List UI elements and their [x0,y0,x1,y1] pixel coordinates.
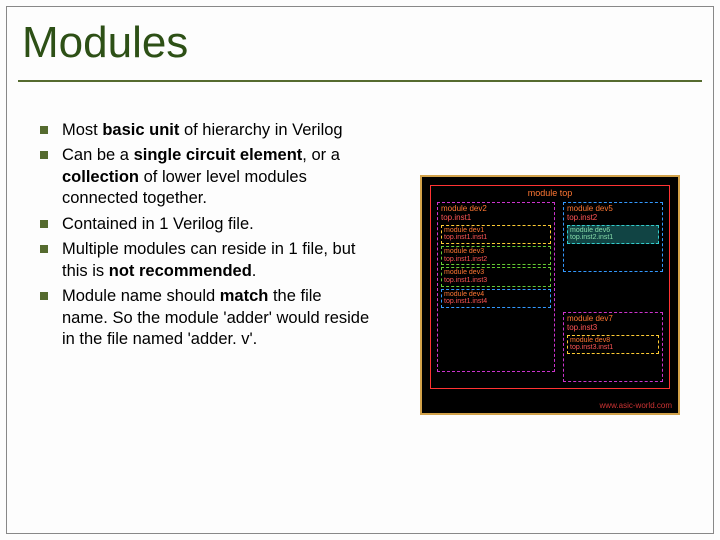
text: of hierarchy in Verilog [179,121,342,139]
module-box-dev6: module dev6 top.inst2.inst1 [567,225,659,244]
module-inst: top.inst2.inst1 [570,234,656,242]
module-box-dev3b: module dev3 top.inst1.inst3 [441,267,551,286]
module-inst: top.inst2 [567,214,659,223]
text: Module name should [62,287,220,305]
module-inst: top.inst1.inst1 [444,234,548,242]
list-item: Most basic unit of hierarchy in Verilog [40,120,370,141]
list-item: Module name should match the file name. … [40,286,370,350]
module-box-dev5: module dev5 top.inst2 module dev6 top.in… [563,202,663,272]
module-inst: top.inst3.inst1 [570,344,656,352]
module-box-dev7: module dev7 top.inst3 module dev8 top.in… [563,312,663,382]
module-name: module dev3 [444,248,548,256]
module-inst: top.inst1.inst3 [444,277,548,285]
bullet-content: Most basic unit of hierarchy in Verilog … [40,120,370,354]
diagram-label-top: module top [528,188,573,198]
module-name: module dev3 [444,269,548,277]
module-box-dev3a: module dev3 top.inst1.inst2 [441,246,551,265]
module-name: module dev4 [444,291,548,299]
text: Can be a [62,146,134,164]
module-inst: top.inst1 [441,214,551,223]
module-name: module dev6 [570,227,656,235]
diagram-top-module: module top module dev2 top.inst1 module … [430,185,670,389]
text-bold: basic unit [102,121,179,139]
module-box-dev4: module dev4 top.inst1.inst4 [441,289,551,308]
text: . [252,262,257,280]
text-bold: single circuit element [134,146,303,164]
title-underline [18,80,702,82]
module-inst: top.inst1.inst2 [444,256,548,264]
module-inst: top.inst1.inst4 [444,298,548,306]
list-item: Contained in 1 Verilog file. [40,214,370,235]
slide-title: Modules [22,18,188,68]
module-hierarchy-diagram: module top module dev2 top.inst1 module … [420,175,680,415]
diagram-watermark: www.asic-world.com [600,401,672,410]
module-name: module dev1 [444,227,548,235]
text-bold: match [220,287,269,305]
module-box-dev2: module dev2 top.inst1 module dev1 top.in… [437,202,555,372]
module-inst: top.inst3 [567,324,659,333]
module-box-dev1: module dev1 top.inst1.inst1 [441,225,551,244]
module-box-dev8: module dev8 top.inst3.inst1 [567,335,659,354]
text: , or a [302,146,340,164]
list-item: Can be a single circuit element, or a co… [40,145,370,209]
text: Contained in 1 Verilog file. [62,215,254,233]
text-bold: collection [62,168,139,186]
list-item: Multiple modules can reside in 1 file, b… [40,239,370,282]
bullet-list: Most basic unit of hierarchy in Verilog … [40,120,370,350]
text-bold: not recommended [109,262,252,280]
text: Most [62,121,102,139]
module-name: module dev8 [570,337,656,345]
